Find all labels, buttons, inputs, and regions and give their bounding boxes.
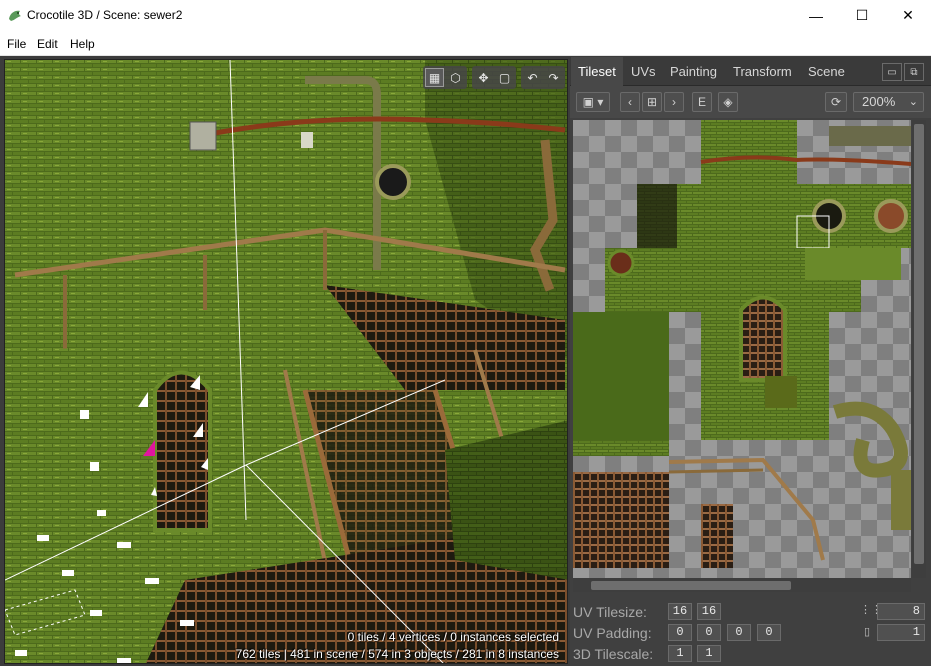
close-button[interactable]: ✕	[885, 0, 931, 31]
menu-help[interactable]: Help	[70, 37, 95, 51]
tiles-grid-icon[interactable]: ⊞	[642, 92, 662, 112]
book-icon: ▯	[863, 626, 871, 638]
tileset-toolbar: ▣ ▾ ‹ ⊞ › E ◈ ⟳ 200% ⌄	[570, 86, 931, 118]
menu-bar: File Edit Help	[0, 31, 931, 56]
tileset-vertical-scrollbar[interactable]	[912, 120, 926, 578]
panel-minimize-icon[interactable]: ▭	[882, 63, 902, 81]
zoom-value: 200%	[862, 94, 896, 109]
window-title: Crocotile 3D / Scene: sewer2	[27, 8, 183, 22]
grid-size-icon: ⋮⋮	[860, 604, 882, 616]
uv-padding-bottom-field[interactable]: 0	[727, 624, 751, 641]
app-window: Crocotile 3D / Scene: sewer2 — ☐ ✕ File …	[0, 0, 931, 666]
title-bar: Crocotile 3D / Scene: sewer2 — ☐ ✕	[0, 0, 931, 31]
tileset-properties: UV Tilesize: 16 16 UV Padding: 0 0 0 0 3…	[570, 597, 931, 666]
side-panel: Tileset UVs Painting Transform Scene ▭ ⧉…	[570, 57, 931, 666]
chevron-right-icon[interactable]: ›	[664, 92, 684, 112]
tab-transform[interactable]: Transform	[726, 57, 799, 86]
page-field[interactable]: 1	[877, 624, 925, 641]
grid-icon[interactable]: ▦	[425, 68, 444, 87]
tilescale-y-field[interactable]: 1	[697, 645, 721, 662]
chevron-down-icon: ⌄	[908, 96, 918, 108]
select-box-icon[interactable]: ▢	[495, 68, 514, 87]
uv-tilesize-label: UV Tilesize:	[573, 604, 647, 620]
crocodile-app-icon	[9, 10, 21, 21]
tilescale-label: 3D Tilescale:	[573, 646, 654, 662]
edit-label: E	[697, 95, 706, 109]
uv-padding-left-field[interactable]: 0	[757, 624, 781, 641]
sewer-scene-render	[5, 60, 567, 663]
tab-tileset[interactable]: Tileset	[571, 57, 623, 86]
maximize-button[interactable]: ☐	[839, 0, 885, 31]
grid-size-field[interactable]: 8	[877, 603, 925, 620]
diamond-icon[interactable]: ◈	[718, 92, 738, 112]
menu-edit[interactable]: Edit	[37, 37, 58, 51]
redo-icon[interactable]: ↷	[544, 68, 563, 87]
tab-painting[interactable]: Painting	[663, 57, 724, 86]
refresh-icon[interactable]: ⟳	[825, 92, 847, 112]
cube-icon[interactable]: ⬡	[446, 68, 465, 87]
tilescale-x-field[interactable]: 1	[668, 645, 692, 662]
tileset-horizontal-scrollbar[interactable]	[573, 578, 911, 592]
transform-toolbar: ✥ ▢	[472, 66, 516, 89]
tab-uvs[interactable]: UVs	[624, 57, 663, 86]
scene-stats: 762 tiles | 481 in scene / 574 in 3 obje…	[235, 647, 559, 661]
selection-status: 0 tiles / 4 vertices / 0 instances selec…	[347, 630, 559, 644]
maximize-icon: ☐	[855, 7, 869, 23]
minimize-icon: —	[809, 7, 823, 24]
minimize-button[interactable]: —	[793, 0, 839, 31]
uv-padding-right-field[interactable]: 0	[697, 624, 721, 641]
uv-tilesize-x-field[interactable]: 16	[668, 603, 692, 620]
uv-tilesize-y-field[interactable]: 16	[697, 603, 721, 620]
zoom-select[interactable]: 200% ⌄	[853, 92, 924, 112]
scroll-thumb[interactable]	[591, 581, 791, 590]
tileset-image	[573, 120, 911, 568]
uv-padding-top-field[interactable]: 0	[668, 624, 692, 641]
tab-scene[interactable]: Scene	[801, 57, 852, 86]
chevron-left-icon[interactable]: ‹	[620, 92, 640, 112]
edit-tileset-button[interactable]: E	[692, 92, 712, 112]
history-toolbar: ↶ ↷	[521, 66, 565, 89]
scroll-thumb[interactable]	[914, 124, 924, 564]
menu-file[interactable]: File	[7, 37, 26, 51]
3d-viewport[interactable]: ▦ ⬡ ✥ ▢ ↶ ↷ 0 tiles / 4 vertices / 0 ins…	[4, 59, 568, 664]
view-mode-toolbar: ▦ ⬡	[423, 66, 467, 89]
image-icon[interactable]: ▣ ▾	[576, 92, 610, 112]
tileset-canvas[interactable]	[573, 120, 911, 578]
uv-padding-label: UV Padding:	[573, 625, 652, 641]
panel-tabs: Tileset UVs Painting Transform Scene ▭ ⧉	[570, 57, 931, 86]
move-icon[interactable]: ✥	[474, 68, 493, 87]
panel-popout-icon[interactable]: ⧉	[904, 63, 924, 81]
undo-icon[interactable]: ↶	[523, 68, 542, 87]
close-icon: ✕	[902, 7, 914, 23]
